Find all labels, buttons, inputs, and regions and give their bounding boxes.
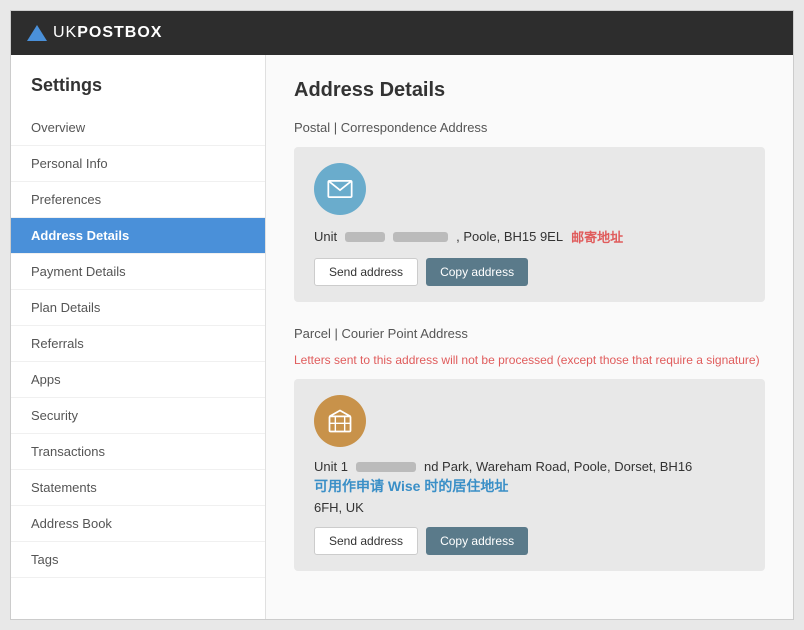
postal-icon-circle (314, 163, 366, 215)
parcel-icon-circle (314, 395, 366, 447)
postal-address-row: Unit , Poole, BH15 9EL 邮寄地址 (314, 227, 745, 246)
main-area: Settings Overview Personal Info Preferen… (11, 55, 793, 619)
parcel-unit-prefix: Unit 1 (314, 459, 348, 474)
postal-redacted-2 (393, 232, 448, 242)
parcel-send-button[interactable]: Send address (314, 527, 418, 555)
postal-send-button[interactable]: Send address (314, 258, 418, 286)
logo-triangle-icon (27, 25, 47, 41)
logo-text: UKPOSTBOX (53, 24, 162, 42)
parcel-address-card: Unit 1 nd Park, Wareham Road, Poole, Dor… (294, 379, 765, 571)
postal-section-label: Postal | Correspondence Address (294, 120, 765, 135)
envelope-icon (326, 175, 354, 203)
parcel-icon-area (314, 395, 745, 447)
box-icon (326, 407, 354, 435)
postal-buttons: Send address Copy address (314, 258, 745, 286)
sidebar-item-security[interactable]: Security (11, 398, 265, 434)
parcel-address-line2: 6FH, UK (314, 500, 745, 515)
logo-area: UKPOSTBOX (27, 24, 162, 42)
sidebar: Settings Overview Personal Info Preferen… (11, 55, 266, 619)
sidebar-item-personal-info[interactable]: Personal Info (11, 146, 265, 182)
sidebar-item-referrals[interactable]: Referrals (11, 326, 265, 362)
app-window: UKPOSTBOX Settings Overview Personal Inf… (10, 10, 794, 620)
postal-unit-suffix: , Poole, BH15 9EL (456, 229, 563, 244)
parcel-section-label: Parcel | Courier Point Address (294, 326, 765, 341)
parcel-redacted-1 (356, 462, 416, 472)
sidebar-item-plan-details[interactable]: Plan Details (11, 290, 265, 326)
postal-unit-prefix: Unit (314, 229, 337, 244)
parcel-address-row: Unit 1 nd Park, Wareham Road, Poole, Dor… (314, 459, 745, 474)
sidebar-item-statements[interactable]: Statements (11, 470, 265, 506)
sidebar-item-apps[interactable]: Apps (11, 362, 265, 398)
sidebar-title: Settings (11, 65, 265, 110)
header: UKPOSTBOX (11, 11, 793, 55)
parcel-unit-middle: nd Park, Wareham Road, Poole, Dorset, BH… (424, 459, 692, 474)
postal-address-card: Unit , Poole, BH15 9EL 邮寄地址 Send address… (294, 147, 765, 302)
postal-redacted-1 (345, 232, 385, 242)
postal-icon-area (314, 163, 745, 215)
sidebar-item-address-details[interactable]: Address Details (11, 218, 265, 254)
sidebar-item-transactions[interactable]: Transactions (11, 434, 265, 470)
postal-copy-button[interactable]: Copy address (426, 258, 528, 286)
sidebar-item-payment-details[interactable]: Payment Details (11, 254, 265, 290)
page-title: Address Details (294, 79, 765, 102)
sidebar-item-tags[interactable]: Tags (11, 542, 265, 578)
postal-section: Postal | Correspondence Address Unit (294, 120, 765, 302)
sidebar-item-address-book[interactable]: Address Book (11, 506, 265, 542)
parcel-address-row2: 可用作申请 Wise 时的居住地址 (314, 476, 745, 496)
sidebar-item-overview[interactable]: Overview (11, 110, 265, 146)
postal-annotation: 邮寄地址 (571, 227, 623, 246)
content-area: Address Details Postal | Correspondence … (266, 55, 793, 619)
parcel-section: Parcel | Courier Point Address Letters s… (294, 326, 765, 571)
parcel-section-sublabel: Letters sent to this address will not be… (294, 353, 765, 367)
parcel-copy-button[interactable]: Copy address (426, 527, 528, 555)
sidebar-item-preferences[interactable]: Preferences (11, 182, 265, 218)
parcel-annotation-blue: 可用作申请 Wise 时的居住地址 (314, 476, 508, 496)
parcel-buttons: Send address Copy address (314, 527, 745, 555)
